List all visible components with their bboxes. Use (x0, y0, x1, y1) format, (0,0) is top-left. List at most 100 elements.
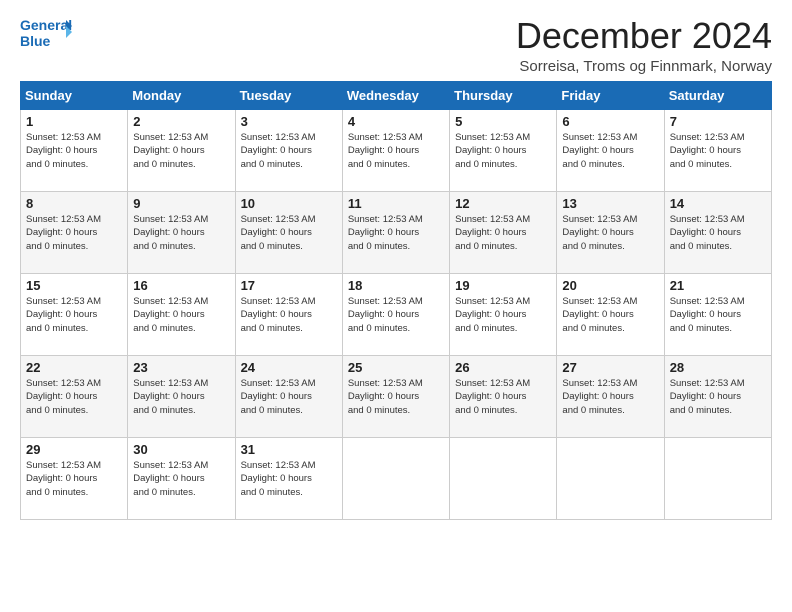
header: General Blue December 2024 Sorreisa, Tro… (20, 16, 772, 75)
day-info: Sunset: 12:53 AM Daylight: 0 hours and 0… (670, 377, 766, 418)
day-number: 2 (133, 114, 229, 129)
svg-text:General: General (20, 17, 72, 33)
day-number: 13 (562, 196, 658, 211)
day-number: 17 (241, 278, 337, 293)
title-block: December 2024 Sorreisa, Troms og Finnmar… (516, 16, 772, 75)
calendar-cell: 2 Sunset: 12:53 AM Daylight: 0 hours and … (128, 109, 235, 191)
day-info: Sunset: 12:53 AM Daylight: 0 hours and 0… (241, 377, 337, 418)
col-monday: Monday (128, 81, 235, 109)
col-sunday: Sunday (21, 81, 128, 109)
day-info: Sunset: 12:53 AM Daylight: 0 hours and 0… (455, 377, 551, 418)
calendar-cell: 21 Sunset: 12:53 AM Daylight: 0 hours and… (664, 273, 771, 355)
calendar-cell: 29 Sunset: 12:53 AM Daylight: 0 hours and… (21, 437, 128, 519)
calendar-week-3: 15Sunset: 12:53 AM Daylight: 0 hours and… (21, 273, 772, 355)
day-info: Sunset: 12:53 AM Daylight: 0 hours and 0… (670, 131, 766, 172)
day-number: 21 (670, 278, 766, 293)
day-number: 28 (670, 360, 766, 375)
month-title: December 2024 (516, 16, 772, 56)
day-info: Sunset: 12:53 AM Daylight: 0 hours and 0… (26, 459, 122, 500)
day-info: Sunset: 12:53 AM Daylight: 0 hours and 0… (562, 213, 658, 254)
day-info: Sunset: 12:53 AM Daylight: 0 hours and 0… (348, 377, 444, 418)
day-number: 11 (348, 196, 444, 211)
calendar-cell: 30Sunset: 12:53 AM Daylight: 0 hours and… (128, 437, 235, 519)
col-tuesday: Tuesday (235, 81, 342, 109)
day-info: Sunset: 12:53 AM Daylight: 0 hours and 0… (133, 131, 229, 172)
calendar-cell: 25 Sunset: 12:53 AM Daylight: 0 hours and… (342, 355, 449, 437)
calendar-cell: 16Sunset: 12:53 AM Daylight: 0 hours and… (128, 273, 235, 355)
day-info: Sunset: 12:53 AM Daylight: 0 hours and 0… (455, 295, 551, 336)
calendar-cell: 3 Sunset: 12:53 AM Daylight: 0 hours and … (235, 109, 342, 191)
day-info: Sunset: 12:53 AM Daylight: 0 hours and 0… (241, 131, 337, 172)
calendar-week-1: 1 Sunset: 12:53 AM Daylight: 0 hours and … (21, 109, 772, 191)
calendar-cell: 6Sunset: 12:53 AM Daylight: 0 hours and … (557, 109, 664, 191)
col-saturday: Saturday (664, 81, 771, 109)
day-number: 4 (348, 114, 444, 129)
day-info: Sunset: 12:53 AM Daylight: 0 hours and 0… (348, 131, 444, 172)
day-number: 9 (133, 196, 229, 211)
day-number: 30 (133, 442, 229, 457)
day-info: Sunset: 12:53 AM Daylight: 0 hours and 0… (26, 213, 122, 254)
day-number: 1 (26, 114, 122, 129)
calendar-cell (450, 437, 557, 519)
day-info: Sunset: 12:53 AM Daylight: 0 hours and 0… (562, 295, 658, 336)
calendar-cell: 9 Sunset: 12:53 AM Daylight: 0 hours and … (128, 191, 235, 273)
calendar-cell: 10 Sunset: 12:53 AM Daylight: 0 hours and… (235, 191, 342, 273)
logo-svg: General Blue (20, 16, 72, 52)
calendar-cell: 17Sunset: 12:53 AM Daylight: 0 hours and… (235, 273, 342, 355)
day-info: Sunset: 12:53 AM Daylight: 0 hours and 0… (26, 131, 122, 172)
day-number: 23 (133, 360, 229, 375)
day-number: 19 (455, 278, 551, 293)
day-info: Sunset: 12:53 AM Daylight: 0 hours and 0… (562, 377, 658, 418)
day-info: Sunset: 12:53 AM Daylight: 0 hours and 0… (348, 295, 444, 336)
calendar-table: Sunday Monday Tuesday Wednesday Thursday… (20, 81, 772, 520)
calendar-cell: 24Sunset: 12:53 AM Daylight: 0 hours and… (235, 355, 342, 437)
day-number: 27 (562, 360, 658, 375)
calendar-week-5: 29 Sunset: 12:53 AM Daylight: 0 hours and… (21, 437, 772, 519)
day-number: 31 (241, 442, 337, 457)
day-number: 25 (348, 360, 444, 375)
day-number: 20 (562, 278, 658, 293)
day-info: Sunset: 12:53 AM Daylight: 0 hours and 0… (455, 213, 551, 254)
calendar-cell: 23 Sunset: 12:53 AM Daylight: 0 hours and… (128, 355, 235, 437)
calendar-cell: 1 Sunset: 12:53 AM Daylight: 0 hours and … (21, 109, 128, 191)
day-number: 22 (26, 360, 122, 375)
day-info: Sunset: 12:53 AM Daylight: 0 hours and 0… (670, 295, 766, 336)
day-info: Sunset: 12:53 AM Daylight: 0 hours and 0… (670, 213, 766, 254)
calendar-week-2: 8 Sunset: 12:53 AM Daylight: 0 hours and … (21, 191, 772, 273)
calendar-cell: 26Sunset: 12:53 AM Daylight: 0 hours and… (450, 355, 557, 437)
day-info: Sunset: 12:53 AM Daylight: 0 hours and 0… (133, 213, 229, 254)
day-info: Sunset: 12:53 AM Daylight: 0 hours and 0… (562, 131, 658, 172)
col-friday: Friday (557, 81, 664, 109)
calendar-cell: 11Sunset: 12:53 AM Daylight: 0 hours and… (342, 191, 449, 273)
day-number: 10 (241, 196, 337, 211)
col-wednesday: Wednesday (342, 81, 449, 109)
day-number: 18 (348, 278, 444, 293)
calendar-week-4: 22 Sunset: 12:53 AM Daylight: 0 hours and… (21, 355, 772, 437)
day-number: 5 (455, 114, 551, 129)
day-info: Sunset: 12:53 AM Daylight: 0 hours and 0… (26, 295, 122, 336)
calendar-cell: 4 Sunset: 12:53 AM Daylight: 0 hours and … (342, 109, 449, 191)
calendar-cell: 7 Sunset: 12:53 AM Daylight: 0 hours and … (664, 109, 771, 191)
location-title: Sorreisa, Troms og Finnmark, Norway (516, 58, 772, 75)
day-number: 29 (26, 442, 122, 457)
calendar-cell: 22Sunset: 12:53 AM Daylight: 0 hours and… (21, 355, 128, 437)
page: General Blue December 2024 Sorreisa, Tro… (0, 0, 792, 612)
calendar-cell (557, 437, 664, 519)
calendar-cell: 19 Sunset: 12:53 AM Daylight: 0 hours and… (450, 273, 557, 355)
day-info: Sunset: 12:53 AM Daylight: 0 hours and 0… (133, 377, 229, 418)
calendar-cell: 8 Sunset: 12:53 AM Daylight: 0 hours and … (21, 191, 128, 273)
calendar-cell: 31Sunset: 12:53 AM Daylight: 0 hours and… (235, 437, 342, 519)
calendar-cell (664, 437, 771, 519)
calendar-cell: 12 Sunset: 12:53 AM Daylight: 0 hours and… (450, 191, 557, 273)
day-info: Sunset: 12:53 AM Daylight: 0 hours and 0… (241, 213, 337, 254)
calendar-cell: 14Sunset: 12:53 AM Daylight: 0 hours and… (664, 191, 771, 273)
day-number: 12 (455, 196, 551, 211)
day-number: 7 (670, 114, 766, 129)
calendar-cell: 13 Sunset: 12:53 AM Daylight: 0 hours and… (557, 191, 664, 273)
calendar-header-row: Sunday Monday Tuesday Wednesday Thursday… (21, 81, 772, 109)
col-thursday: Thursday (450, 81, 557, 109)
calendar-cell: 15Sunset: 12:53 AM Daylight: 0 hours and… (21, 273, 128, 355)
day-info: Sunset: 12:53 AM Daylight: 0 hours and 0… (133, 295, 229, 336)
day-number: 3 (241, 114, 337, 129)
day-number: 8 (26, 196, 122, 211)
